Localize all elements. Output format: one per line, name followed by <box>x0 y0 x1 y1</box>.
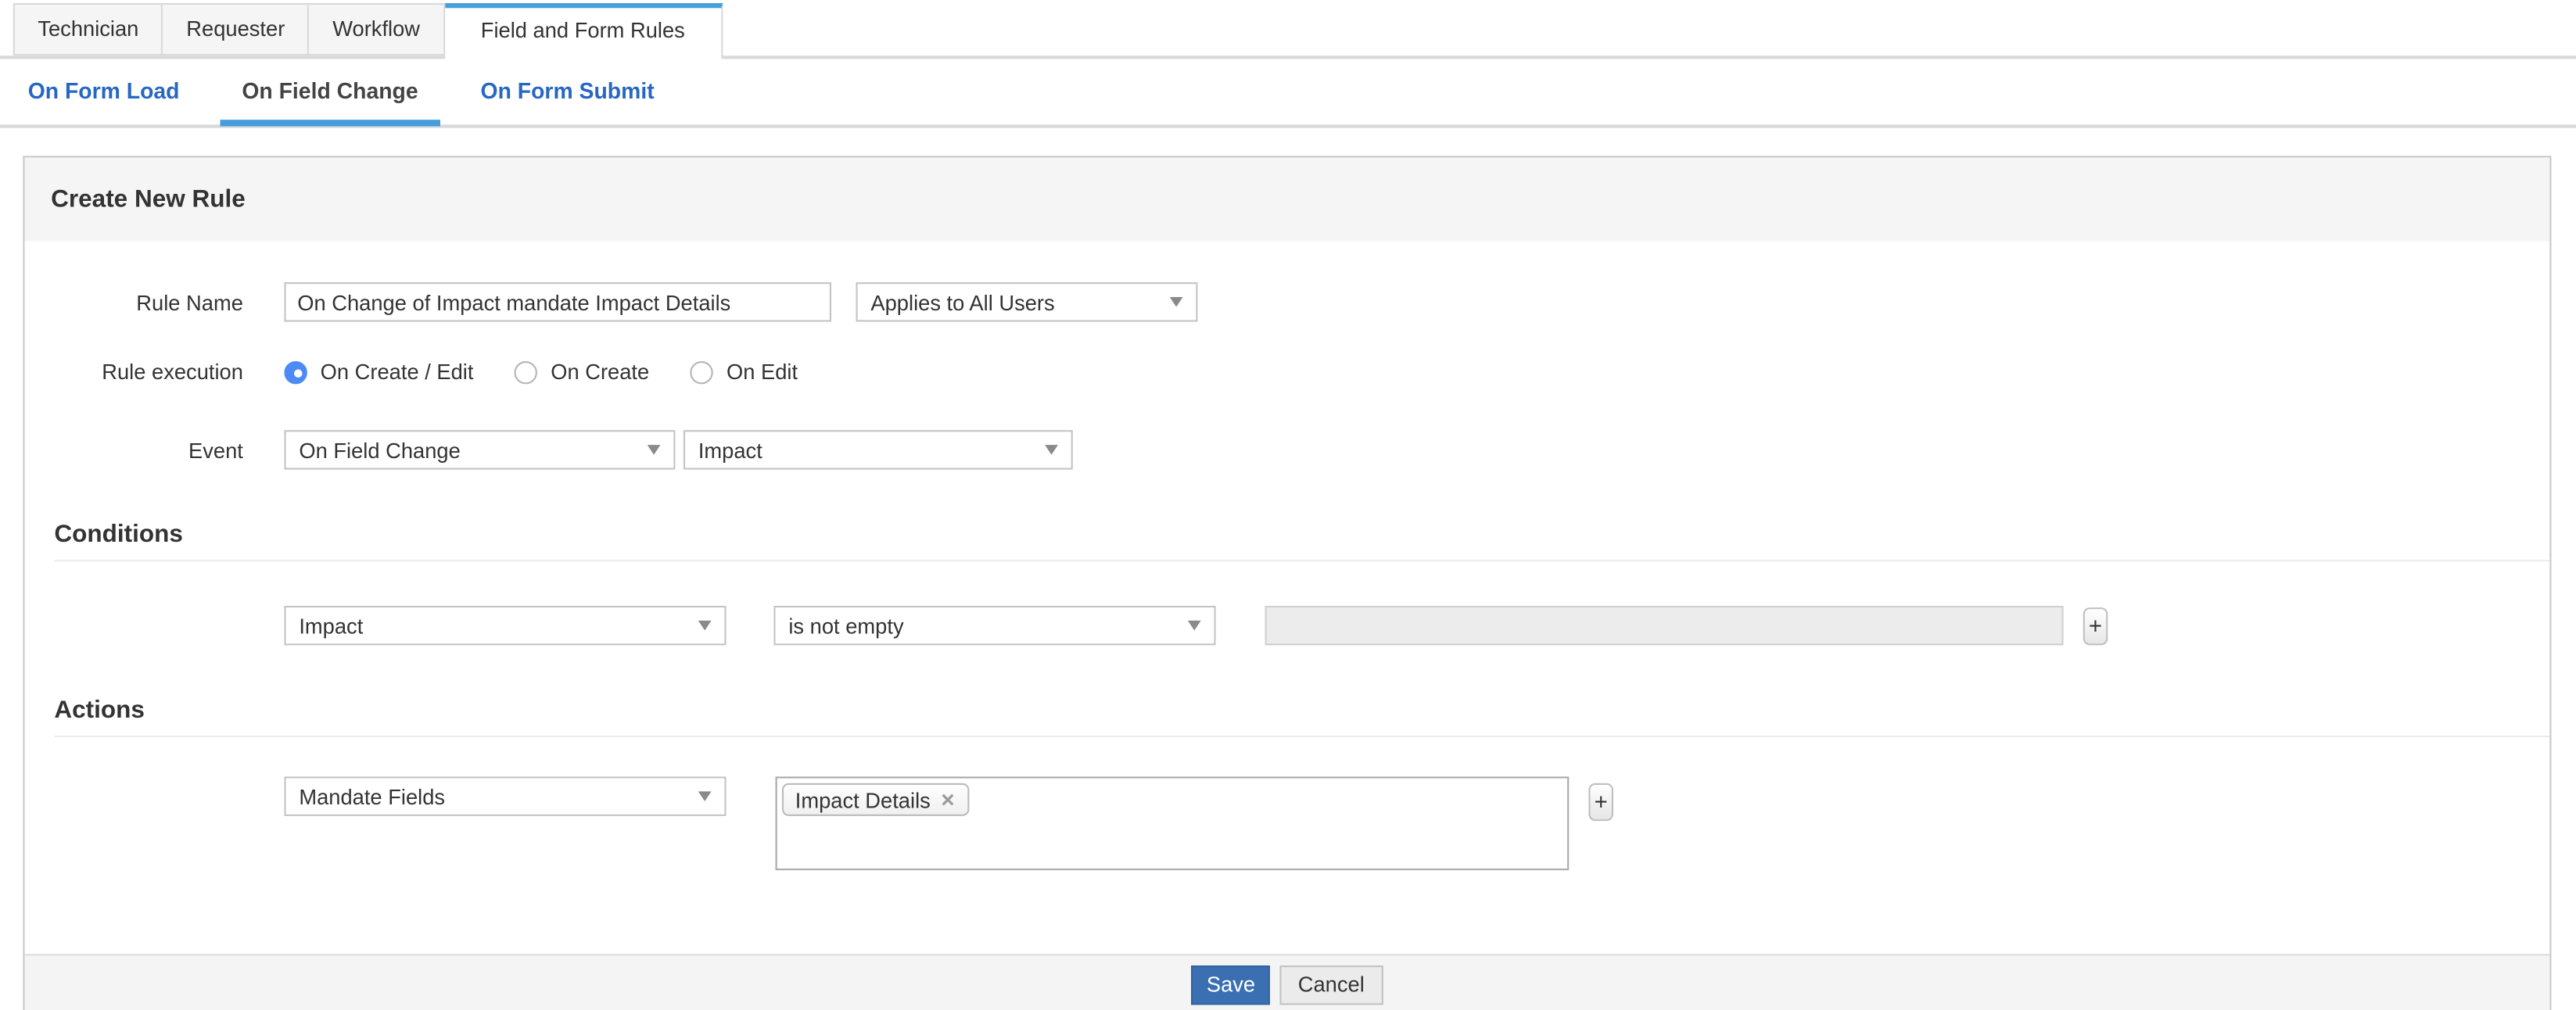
chip-remove-icon[interactable]: ✕ <box>940 789 955 810</box>
subtab-on-field-change[interactable]: On Field Change <box>242 57 418 126</box>
rule-execution-label: Rule execution <box>25 360 243 385</box>
condition-field-value: Impact <box>299 613 363 638</box>
add-action-button[interactable]: + <box>1588 783 1613 821</box>
condition-operator-value: is not empty <box>788 613 903 638</box>
conditions-heading: Conditions <box>54 521 2549 549</box>
event-row: Event On Field Change Impact <box>25 430 2550 469</box>
tab-requester[interactable]: Requester <box>163 3 310 56</box>
actions-divider <box>54 736 2549 737</box>
create-new-rule-panel: Create New Rule Rule Name Applies to All… <box>23 156 2551 1010</box>
radio-on-create[interactable]: On Create <box>515 360 649 385</box>
rule-name-input[interactable] <box>284 282 831 321</box>
rule-name-row: Rule Name Applies to All Users <box>25 282 2550 321</box>
action-type-value: Mandate Fields <box>299 784 445 809</box>
dropdown-caret-icon <box>1188 621 1201 631</box>
chip-label: Impact Details <box>795 787 931 812</box>
event-type-select[interactable]: On Field Change <box>284 430 675 469</box>
rule-execution-row: Rule execution On Create / Edit On Creat… <box>25 360 2550 385</box>
tab-workflow[interactable]: Workflow <box>310 3 445 56</box>
event-label: Event <box>25 438 243 463</box>
tab-technician[interactable]: Technician <box>13 3 163 56</box>
subtab-on-form-load[interactable]: On Form Load <box>28 57 180 126</box>
subtab-on-form-submit[interactable]: On Form Submit <box>481 57 655 126</box>
main-tab-bar: Technician Requester Workflow Field and … <box>0 3 2576 59</box>
actions-heading: Actions <box>54 697 2549 725</box>
applies-to-select[interactable]: Applies to All Users <box>856 282 1197 321</box>
tab-field-and-form-rules[interactable]: Field and Form Rules <box>445 3 723 59</box>
radio-selected-icon <box>284 360 307 383</box>
panel-header: Create New Rule <box>25 157 2550 241</box>
page: Technician Requester Workflow Field and … <box>0 3 2576 1010</box>
radio-on-create-edit[interactable]: On Create / Edit <box>284 360 473 385</box>
panel-footer: Save Cancel <box>25 954 2550 1010</box>
condition-operator-select[interactable]: is not empty <box>773 606 1215 645</box>
radio-label: On Create <box>551 360 649 385</box>
conditions-divider <box>54 560 2549 561</box>
action-type-select[interactable]: Mandate Fields <box>284 776 726 815</box>
radio-unselected-icon <box>515 360 537 383</box>
dropdown-caret-icon <box>698 621 712 631</box>
condition-value-input <box>1265 606 2064 645</box>
rule-execution-radio-group: On Create / Edit On Create On Edit <box>284 360 838 385</box>
dropdown-caret-icon <box>1045 445 1058 455</box>
dropdown-caret-icon <box>698 791 712 801</box>
event-field-select[interactable]: Impact <box>683 430 1073 469</box>
action-row: Mandate Fields Impact Details ✕ + <box>284 776 2549 870</box>
radio-unselected-icon <box>691 360 713 383</box>
event-field-value: Impact <box>698 438 762 463</box>
add-condition-button[interactable]: + <box>2083 607 2108 644</box>
radio-label: On Create / Edit <box>321 360 474 385</box>
event-type-value: On Field Change <box>299 438 460 463</box>
cancel-button[interactable]: Cancel <box>1280 965 1383 1004</box>
save-button[interactable]: Save <box>1192 965 1270 1004</box>
rules-subtab-bar: On Form Load On Field Change On Form Sub… <box>0 59 2576 127</box>
mandate-fields-multiselect[interactable]: Impact Details ✕ <box>776 776 1570 870</box>
applies-to-value: Applies to All Users <box>870 290 1054 315</box>
selected-field-chip: Impact Details ✕ <box>782 783 969 816</box>
radio-label: On Edit <box>727 360 798 385</box>
rule-name-label: Rule Name <box>25 290 243 315</box>
dropdown-caret-icon <box>648 445 661 455</box>
panel-title: Create New Rule <box>51 185 246 213</box>
condition-row: Impact is not empty + <box>284 606 2549 645</box>
radio-on-edit[interactable]: On Edit <box>691 360 798 385</box>
dropdown-caret-icon <box>1170 297 1183 307</box>
panel-body: Rule Name Applies to All Users Rule exec… <box>25 282 2550 954</box>
condition-field-select[interactable]: Impact <box>284 606 726 645</box>
